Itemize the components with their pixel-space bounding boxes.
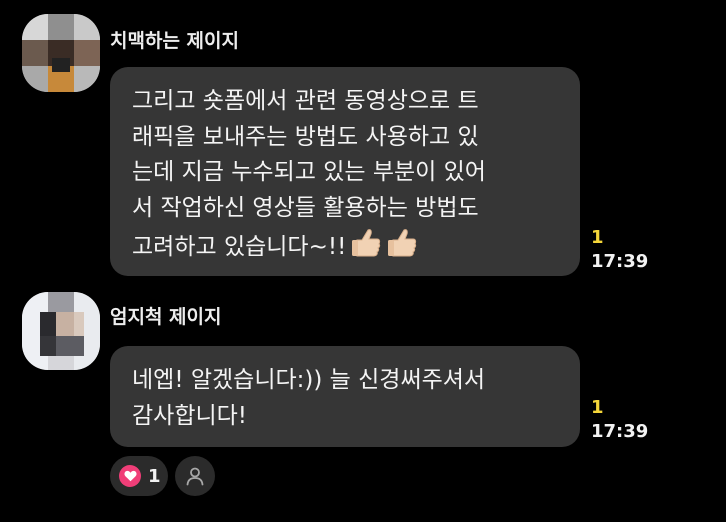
message-line: 그리고 숏폼에서 관련 동영상으로 트 [132, 88, 479, 114]
message-line-text: 고려하고 있습니다~!! [132, 234, 347, 260]
timestamp: 17:39 [591, 421, 649, 442]
unread-count: 1 [591, 227, 604, 248]
sender-name: 엄지척 제이지 [110, 306, 222, 328]
thumbs-up-icon [388, 229, 417, 257]
avatar[interactable] [22, 292, 100, 370]
message-bubble[interactable]: 네엡! 알겠습니다:)) 늘 신경써주셔서 감사합니다! [110, 346, 580, 447]
message-meta: 1 17:39 [591, 397, 648, 445]
person-icon [186, 467, 204, 486]
sender-name: 치맥하는 제이지 [110, 30, 239, 52]
message-line: 네엡! 알겠습니다:)) 늘 신경써주셔서 [132, 367, 486, 393]
heart-reaction-button[interactable]: 1 [110, 456, 168, 496]
message-meta: 1 17:39 [591, 227, 648, 275]
message-line: 서 작업하신 영상들 활용하는 방법도 [132, 194, 479, 221]
heart-icon [119, 465, 141, 487]
message-bubble[interactable]: 그리고 숏폼에서 관련 동영상으로 트 래픽을 보내주는 방법도 사용하고 있 … [110, 67, 580, 276]
thumbs-up-icon [352, 229, 381, 257]
message-line-last: 고려하고 있습니다~!! [132, 226, 558, 266]
reaction-users-button[interactable] [175, 456, 215, 496]
reaction-count: 1 [148, 465, 161, 487]
message-line: 는데 지금 누수되고 있는 부분이 있어 [132, 159, 486, 185]
message-line: 래픽을 보내주는 방법도 사용하고 있 [132, 123, 479, 150]
avatar[interactable] [22, 14, 100, 92]
timestamp: 17:39 [591, 251, 649, 272]
unread-count: 1 [591, 397, 604, 418]
message-line: 감사합니다! [132, 402, 248, 429]
